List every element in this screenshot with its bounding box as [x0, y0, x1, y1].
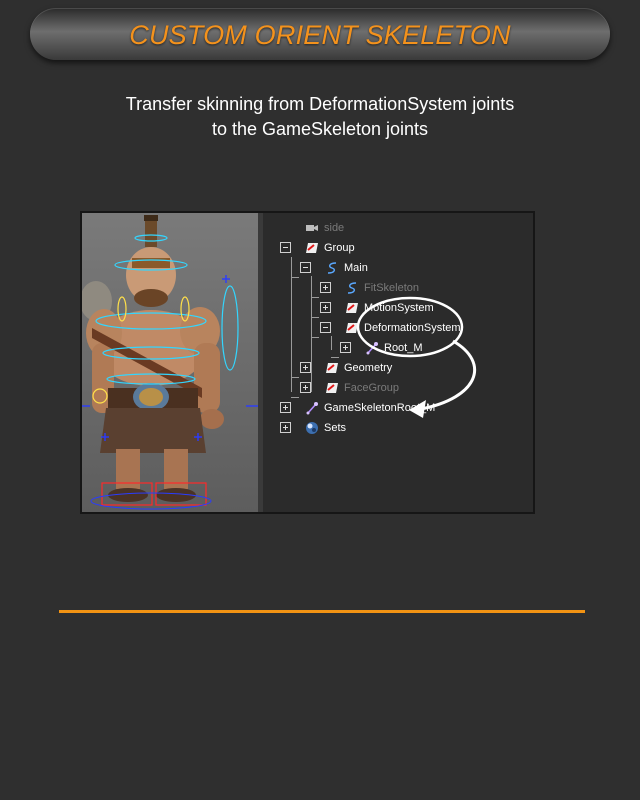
transfer-arrow [420, 339, 476, 411]
character-render [82, 215, 258, 510]
page: CUSTOM ORIENT SKELETON Transfer skinning… [0, 0, 640, 800]
fur-kilt [100, 408, 206, 453]
outliner: side Group Main FitSkeleton MotionSystem… [263, 213, 533, 512]
caption-line-2: to the GameSkeleton joints [211, 119, 429, 139]
highlight-circle [356, 296, 464, 358]
viewport[interactable] [82, 213, 258, 512]
caption: Transfer skinning from DeformationSystem… [60, 92, 580, 142]
mohawk-top [144, 215, 158, 221]
maya-screenshot-panel: side Group Main FitSkeleton MotionSystem… [80, 211, 535, 514]
page-title: CUSTOM ORIENT SKELETON [129, 20, 511, 50]
beard [134, 289, 168, 307]
title-banner: CUSTOM ORIENT SKELETON [30, 8, 610, 60]
section-divider [59, 610, 585, 613]
right-fist [200, 409, 224, 429]
annotation-overlay [356, 296, 476, 418]
belt-buckle [139, 388, 163, 406]
arrow-head [409, 400, 426, 418]
caption-line-1: Transfer skinning from DeformationSystem… [125, 94, 515, 114]
mohawk [145, 217, 157, 247]
root-control[interactable] [90, 492, 212, 510]
